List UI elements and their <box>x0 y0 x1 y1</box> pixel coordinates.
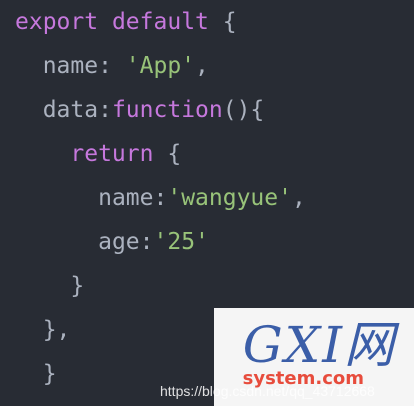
code-token: : <box>98 97 112 123</box>
code-token: 'wangyue' <box>167 185 292 211</box>
code-token: function <box>111 97 223 123</box>
code-token: }, <box>42 317 71 343</box>
code-line: age:'25' <box>15 220 306 264</box>
code-token: name <box>98 185 154 211</box>
code-line: } <box>15 264 306 308</box>
code-token: { <box>208 9 237 35</box>
code-line: name:'wangyue', <box>15 176 306 220</box>
code-token: : <box>153 185 168 211</box>
code-token: { <box>153 141 182 167</box>
code-token: , <box>195 53 209 79</box>
watermark-logo: GXI网 <box>242 316 396 374</box>
code-token: } <box>42 361 57 387</box>
code-token: name <box>42 53 99 79</box>
code-line: data:function(){ <box>15 88 306 132</box>
code-token: } <box>70 273 85 299</box>
code-token: '25' <box>153 229 209 255</box>
watermark-url: https://blog.csdn.net/qq_43712668 <box>160 383 375 399</box>
code-token: , <box>291 185 306 211</box>
code-line: return { <box>15 132 306 176</box>
code-line: export default { <box>15 0 306 44</box>
code-token: : <box>98 53 126 79</box>
code-line: name: 'App', <box>15 44 306 88</box>
code-token: data <box>42 97 99 123</box>
code-token: default <box>111 9 209 35</box>
code-token: return <box>70 141 154 167</box>
code-token: (){ <box>222 97 265 123</box>
code-token: : <box>139 229 154 255</box>
code-token: age <box>98 229 140 255</box>
code-token: 'App' <box>125 53 196 79</box>
code-token: export <box>15 9 99 35</box>
